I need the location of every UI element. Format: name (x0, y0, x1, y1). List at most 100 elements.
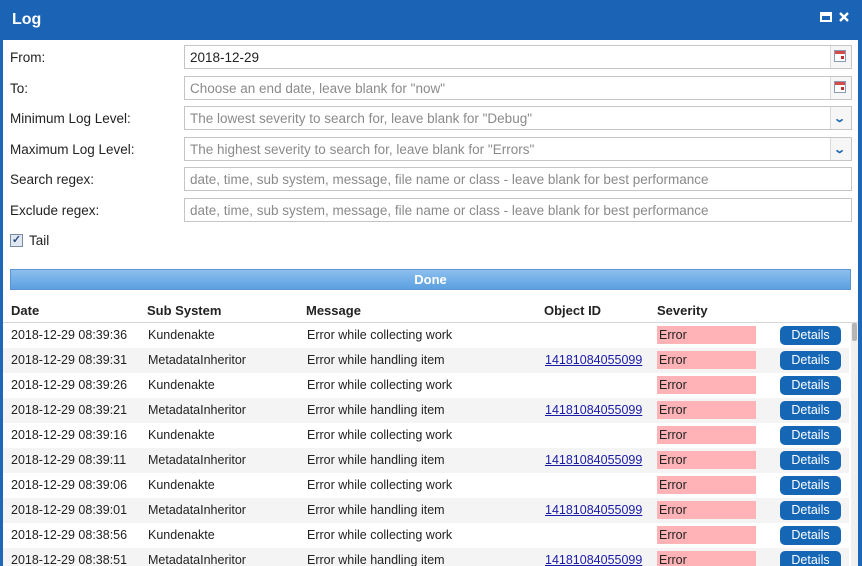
date-cell: 2018-12-29 08:39:21 (11, 403, 128, 417)
max-level-trigger[interactable]: ⌄ (830, 138, 851, 160)
search-regex-placeholder: date, time, sub system, message, file na… (190, 172, 709, 187)
max-level-placeholder: The highest severity to search for, leav… (190, 142, 535, 157)
exclude-regex-row: Exclude regex: date, time, sub system, m… (3, 198, 858, 224)
object-id-link[interactable]: 14181084055099 (545, 453, 642, 467)
min-level-combo[interactable]: The lowest severity to search for, leave… (184, 106, 852, 130)
table-row[interactable]: 2018-12-29 08:38:51 MetadataInheritor Erro… (3, 548, 849, 566)
scrollbar-thumb[interactable] (852, 323, 857, 341)
details-button[interactable]: Details (780, 476, 841, 495)
date-cell: 2018-12-29 08:39:31 (11, 353, 128, 367)
exclude-regex-placeholder: date, time, sub system, message, file na… (190, 203, 709, 218)
window-title: Log (12, 11, 42, 28)
date-cell: 2018-12-29 08:39:01 (11, 503, 128, 517)
table-row[interactable]: 2018-12-29 08:39:06 Kundenakte Error while… (3, 473, 849, 498)
max-level-combo[interactable]: The highest severity to search for, leav… (184, 137, 852, 161)
message-cell: Error while handling item (307, 353, 445, 367)
search-regex-label: Search regex: (10, 172, 95, 187)
severity-cell: Error (657, 476, 756, 494)
details-button[interactable]: Details (780, 426, 841, 445)
details-button[interactable]: Details (780, 451, 841, 470)
table-row[interactable]: 2018-12-29 08:39:01 MetadataInheritor Erro… (3, 498, 849, 523)
subsystem-cell: Kundenakte (148, 328, 215, 342)
table-row[interactable]: 2018-12-29 08:39:26 Kundenakte Error while… (3, 373, 849, 398)
details-button[interactable]: Details (780, 376, 841, 395)
table-row[interactable]: 2018-12-29 08:38:56 Kundenakte Error while… (3, 523, 849, 548)
subsystem-cell: Kundenakte (148, 428, 215, 442)
object-id-link[interactable]: 14181084055099 (545, 353, 642, 367)
date-cell: 2018-12-29 08:39:11 (11, 453, 127, 467)
message-cell: Error while handling item (307, 503, 445, 517)
message-cell: Error while handling item (307, 403, 445, 417)
chevron-down-icon: ⌄ (833, 113, 847, 125)
details-button[interactable]: Details (780, 526, 841, 545)
details-button[interactable]: Details (780, 551, 841, 566)
table-row[interactable]: 2018-12-29 08:39:21 MetadataInheritor Erro… (3, 398, 849, 423)
max-level-label: Maximum Log Level: (10, 142, 135, 157)
column-header-object-id[interactable]: Object ID (544, 303, 601, 318)
to-date-field[interactable]: Choose an end date, leave blank for "now… (184, 76, 852, 100)
column-header-sub-system[interactable]: Sub System (147, 303, 221, 318)
done-button[interactable]: Done (10, 269, 851, 290)
title-bar[interactable]: Log (0, 0, 862, 40)
message-cell: Error while collecting work (307, 328, 453, 342)
table-row[interactable]: 2018-12-29 08:39:11 MetadataInheritor Erro… (3, 448, 849, 473)
min-level-trigger[interactable]: ⌄ (830, 107, 851, 129)
subsystem-cell: Kundenakte (148, 478, 215, 492)
from-date-value: 2018-12-29 (190, 50, 260, 65)
calendar-icon (834, 50, 846, 62)
to-date-placeholder: Choose an end date, leave blank for "now… (190, 81, 446, 96)
search-regex-row: Search regex: date, time, sub system, me… (3, 167, 858, 193)
message-cell: Error while collecting work (307, 378, 453, 392)
date-cell: 2018-12-29 08:39:06 (11, 478, 128, 492)
subsystem-cell: MetadataInheritor (148, 503, 246, 517)
table-row[interactable]: 2018-12-29 08:39:16 Kundenakte Error while… (3, 423, 849, 448)
from-date-field[interactable]: 2018-12-29 (184, 45, 852, 69)
subsystem-cell: Kundenakte (148, 378, 215, 392)
details-button[interactable]: Details (780, 351, 841, 370)
object-id-link[interactable]: 14181084055099 (545, 403, 642, 417)
table-row[interactable]: 2018-12-29 08:39:36 Kundenakte Error while… (3, 323, 849, 348)
exclude-regex-input[interactable]: date, time, sub system, message, file na… (184, 198, 852, 222)
date-cell: 2018-12-29 08:38:56 (11, 528, 128, 542)
calendar-icon (834, 81, 846, 93)
subsystem-cell: MetadataInheritor (148, 353, 246, 367)
chevron-down-icon: ⌄ (833, 144, 847, 156)
from-label: From: (10, 50, 46, 65)
message-cell: Error while collecting work (307, 478, 453, 492)
grid-body: 2018-12-29 08:39:36 Kundenakte Error while… (3, 323, 849, 566)
subsystem-cell: MetadataInheritor (148, 553, 246, 566)
severity-cell: Error (657, 426, 756, 444)
severity-cell: Error (657, 401, 756, 419)
message-cell: Error while collecting work (307, 528, 453, 542)
maximize-icon[interactable] (818, 10, 834, 26)
date-cell: 2018-12-29 08:39:16 (11, 428, 128, 442)
min-level-placeholder: The lowest severity to search for, leave… (190, 111, 533, 126)
object-id-link[interactable]: 14181084055099 (545, 503, 642, 517)
exclude-regex-label: Exclude regex: (10, 203, 100, 218)
search-regex-input[interactable]: date, time, sub system, message, file na… (184, 167, 852, 191)
tail-checkbox[interactable]: ✓ (10, 234, 23, 247)
log-window: Log From: 2018-12-29 To: Choose an end d… (0, 0, 862, 566)
grid-header: Date Sub System Message Object ID Severi… (3, 298, 858, 323)
details-button[interactable]: Details (780, 401, 841, 420)
from-row: From: 2018-12-29 (3, 45, 858, 71)
grid-scrollbar[interactable] (851, 323, 858, 566)
from-date-trigger[interactable] (830, 46, 851, 68)
to-row: To: Choose an end date, leave blank for … (3, 76, 858, 102)
date-cell: 2018-12-29 08:39:36 (11, 328, 128, 342)
column-header-severity[interactable]: Severity (657, 303, 708, 318)
column-header-date[interactable]: Date (11, 303, 39, 318)
min-level-row: Minimum Log Level: The lowest severity t… (3, 106, 858, 132)
column-header-message[interactable]: Message (306, 303, 361, 318)
table-row[interactable]: 2018-12-29 08:39:31 MetadataInheritor Erro… (3, 348, 849, 373)
min-level-label: Minimum Log Level: (10, 111, 131, 126)
details-button[interactable]: Details (780, 326, 841, 345)
subsystem-cell: MetadataInheritor (148, 453, 246, 467)
details-button[interactable]: Details (780, 501, 841, 520)
severity-cell: Error (657, 376, 756, 394)
max-level-row: Maximum Log Level: The highest severity … (3, 137, 858, 163)
to-date-trigger[interactable] (830, 77, 851, 99)
close-icon[interactable] (836, 10, 852, 26)
object-id-link[interactable]: 14181084055099 (545, 553, 642, 566)
severity-cell: Error (657, 526, 756, 544)
